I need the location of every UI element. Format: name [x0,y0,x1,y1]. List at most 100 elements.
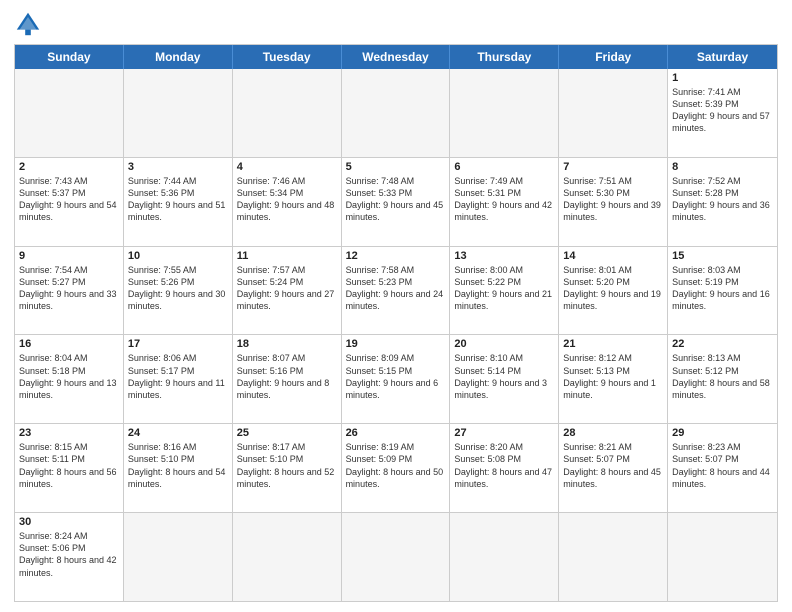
calendar-cell: 13 Sunrise: 8:00 AM Sunset: 5:22 PM Dayli… [450,247,559,335]
calendar-cell: 30Sunrise: 8:24 AM Sunset: 5:06 PM Dayli… [15,513,124,601]
day-number: 27 [454,427,554,439]
day-number: 1 [672,72,773,84]
calendar-cell: 10Sunrise: 7:55 AM Sunset: 5:26 PM Dayli… [124,247,233,335]
calendar-cell: 11Sunrise: 7:57 AM Sunset: 5:24 PM Dayli… [233,247,342,335]
cell-info: Sunrise: 7:48 AM Sunset: 5:33 PM Dayligh… [346,175,446,224]
calendar-row: 23 Sunrise: 8:15 AM Sunset: 5:11 PM Dayli… [15,423,777,512]
weekday-header: Sunday [15,45,124,69]
cell-info: Sunrise: 8:20 AM Sunset: 5:08 PM Dayligh… [454,441,554,490]
day-number: 2 [19,161,119,173]
cell-info: Sunrise: 7:54 AM Sunset: 5:27 PM Dayligh… [19,264,119,313]
calendar-cell: 24Sunrise: 8:16 AM Sunset: 5:10 PM Dayli… [124,424,233,512]
calendar-cell [233,513,342,601]
calendar-cell [450,513,559,601]
day-number: 19 [346,338,446,350]
header [14,10,778,38]
cell-info: Sunrise: 7:58 AM Sunset: 5:23 PM Dayligh… [346,264,446,313]
calendar-cell [450,69,559,157]
cell-info: Sunrise: 8:01 AM Sunset: 5:20 PM Dayligh… [563,264,663,313]
day-number: 7 [563,161,663,173]
calendar: SundayMondayTuesdayWednesdayThursdayFrid… [14,44,778,602]
calendar-cell: 28Sunrise: 8:21 AM Sunset: 5:07 PM Dayli… [559,424,668,512]
day-number: 8 [672,161,773,173]
day-number: 13 [454,250,554,262]
calendar-cell [559,69,668,157]
calendar-body: 1Sunrise: 7:41 AM Sunset: 5:39 PM Daylig… [15,69,777,601]
calendar-cell: 27 Sunrise: 8:20 AM Sunset: 5:08 PM Dayli… [450,424,559,512]
calendar-cell: 9 Sunrise: 7:54 AM Sunset: 5:27 PM Daylig… [15,247,124,335]
calendar-cell: 1Sunrise: 7:41 AM Sunset: 5:39 PM Daylig… [668,69,777,157]
weekday-header: Friday [559,45,668,69]
calendar-cell: 2 Sunrise: 7:43 AM Sunset: 5:37 PM Daylig… [15,158,124,246]
weekday-header: Thursday [450,45,559,69]
calendar-cell: 8Sunrise: 7:52 AM Sunset: 5:28 PM Daylig… [668,158,777,246]
calendar-cell: 20Sunrise: 8:10 AM Sunset: 5:14 PM Dayli… [450,335,559,423]
day-number: 18 [237,338,337,350]
calendar-cell: 6 Sunrise: 7:49 AM Sunset: 5:31 PM Daylig… [450,158,559,246]
cell-info: Sunrise: 7:55 AM Sunset: 5:26 PM Dayligh… [128,264,228,313]
cell-info: Sunrise: 8:06 AM Sunset: 5:17 PM Dayligh… [128,352,228,401]
cell-info: Sunrise: 8:04 AM Sunset: 5:18 PM Dayligh… [19,352,119,401]
day-number: 29 [672,427,773,439]
calendar-cell: 17 Sunrise: 8:06 AM Sunset: 5:17 PM Dayli… [124,335,233,423]
calendar-cell: 22 Sunrise: 8:13 AM Sunset: 5:12 PM Dayli… [668,335,777,423]
calendar-cell: 26 Sunrise: 8:19 AM Sunset: 5:09 PM Dayli… [342,424,451,512]
weekday-header: Tuesday [233,45,342,69]
cell-info: Sunrise: 7:43 AM Sunset: 5:37 PM Dayligh… [19,175,119,224]
weekday-header: Monday [124,45,233,69]
calendar-row: 1Sunrise: 7:41 AM Sunset: 5:39 PM Daylig… [15,69,777,157]
day-number: 5 [346,161,446,173]
cell-info: Sunrise: 8:09 AM Sunset: 5:15 PM Dayligh… [346,352,446,401]
cell-info: Sunrise: 8:10 AM Sunset: 5:14 PM Dayligh… [454,352,554,401]
calendar-cell [342,513,451,601]
cell-info: Sunrise: 7:57 AM Sunset: 5:24 PM Dayligh… [237,264,337,313]
cell-info: Sunrise: 8:03 AM Sunset: 5:19 PM Dayligh… [672,264,773,313]
cell-info: Sunrise: 8:19 AM Sunset: 5:09 PM Dayligh… [346,441,446,490]
day-number: 23 [19,427,119,439]
calendar-row: 30Sunrise: 8:24 AM Sunset: 5:06 PM Dayli… [15,512,777,601]
weekday-header: Saturday [668,45,777,69]
calendar-cell: 18 Sunrise: 8:07 AM Sunset: 5:16 PM Dayli… [233,335,342,423]
day-number: 17 [128,338,228,350]
calendar-cell: 4 Sunrise: 7:46 AM Sunset: 5:34 PM Daylig… [233,158,342,246]
calendar-header: SundayMondayTuesdayWednesdayThursdayFrid… [15,45,777,69]
calendar-cell: 12 Sunrise: 7:58 AM Sunset: 5:23 PM Dayli… [342,247,451,335]
logo-icon [14,10,42,38]
cell-info: Sunrise: 8:07 AM Sunset: 5:16 PM Dayligh… [237,352,337,401]
day-number: 4 [237,161,337,173]
calendar-cell: 7Sunrise: 7:51 AM Sunset: 5:30 PM Daylig… [559,158,668,246]
cell-info: Sunrise: 8:15 AM Sunset: 5:11 PM Dayligh… [19,441,119,490]
day-number: 14 [563,250,663,262]
weekday-header: Wednesday [342,45,451,69]
calendar-cell: 29Sunrise: 8:23 AM Sunset: 5:07 PM Dayli… [668,424,777,512]
day-number: 12 [346,250,446,262]
cell-info: Sunrise: 8:13 AM Sunset: 5:12 PM Dayligh… [672,352,773,401]
calendar-cell [233,69,342,157]
cell-info: Sunrise: 7:44 AM Sunset: 5:36 PM Dayligh… [128,175,228,224]
day-number: 30 [19,516,119,528]
calendar-cell: 19 Sunrise: 8:09 AM Sunset: 5:15 PM Dayli… [342,335,451,423]
cell-info: Sunrise: 8:00 AM Sunset: 5:22 PM Dayligh… [454,264,554,313]
calendar-row: 2 Sunrise: 7:43 AM Sunset: 5:37 PM Daylig… [15,157,777,246]
day-number: 21 [563,338,663,350]
calendar-cell [124,69,233,157]
day-number: 16 [19,338,119,350]
day-number: 22 [672,338,773,350]
day-number: 9 [19,250,119,262]
calendar-row: 9 Sunrise: 7:54 AM Sunset: 5:27 PM Daylig… [15,246,777,335]
calendar-cell [15,69,124,157]
day-number: 6 [454,161,554,173]
cell-info: Sunrise: 8:17 AM Sunset: 5:10 PM Dayligh… [237,441,337,490]
calendar-cell [342,69,451,157]
logo [14,10,46,38]
day-number: 26 [346,427,446,439]
day-number: 3 [128,161,228,173]
day-number: 25 [237,427,337,439]
calendar-cell: 15Sunrise: 8:03 AM Sunset: 5:19 PM Dayli… [668,247,777,335]
calendar-cell: 3 Sunrise: 7:44 AM Sunset: 5:36 PM Daylig… [124,158,233,246]
cell-info: Sunrise: 7:46 AM Sunset: 5:34 PM Dayligh… [237,175,337,224]
cell-info: Sunrise: 7:49 AM Sunset: 5:31 PM Dayligh… [454,175,554,224]
day-number: 24 [128,427,228,439]
page: SundayMondayTuesdayWednesdayThursdayFrid… [0,0,792,612]
calendar-row: 16 Sunrise: 8:04 AM Sunset: 5:18 PM Dayli… [15,334,777,423]
